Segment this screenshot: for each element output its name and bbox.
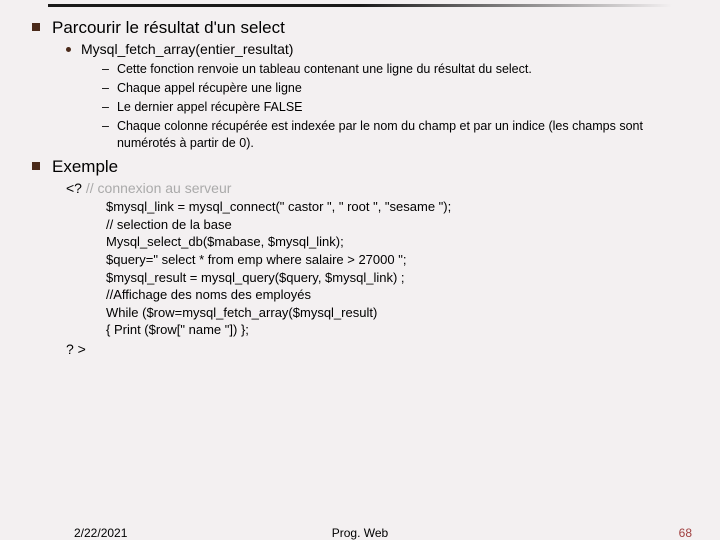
code-line: $query=" select * from emp where salaire… [106, 251, 700, 269]
dash-bullet-icon: – [102, 99, 109, 116]
slide-content: Parcourir le résultat d'un select Mysql_… [32, 18, 700, 357]
section-heading: Parcourir le résultat d'un select [52, 18, 285, 38]
list-item: Parcourir le résultat d'un select [32, 18, 700, 38]
description-line: Cette fonction renvoie un tableau conten… [117, 61, 532, 78]
list-item: – Cette fonction renvoie un tableau cont… [102, 61, 700, 78]
php-open-tag-line: <? // connexion au serveur [66, 180, 700, 196]
section-heading: Exemple [52, 157, 118, 177]
php-open-tag: <? [66, 180, 82, 196]
square-bullet-icon [32, 23, 40, 31]
list-item: – Chaque colonne récupérée est indexée p… [102, 118, 700, 152]
list-item: Exemple [32, 157, 700, 177]
code-line: { Print ($row[" name "]) }; [106, 321, 700, 339]
code-line: While ($row=mysql_fetch_array($mysql_res… [106, 304, 700, 322]
description-line: Chaque appel récupère une ligne [117, 80, 302, 97]
dot-bullet-icon [66, 47, 71, 52]
square-bullet-icon [32, 162, 40, 170]
code-line: Mysql_select_db($mabase, $mysql_link); [106, 233, 700, 251]
list-item: Mysql_fetch_array(entier_resultat) [66, 41, 700, 57]
code-line: // selection de la base [106, 216, 700, 234]
dash-bullet-icon: – [102, 118, 109, 135]
code-line: $mysql_result = mysql_query($query, $mys… [106, 269, 700, 287]
code-comment: // connexion au serveur [82, 180, 231, 196]
description-line: Le dernier appel récupère FALSE [117, 99, 303, 116]
footer-page-number: 68 [679, 526, 692, 540]
dash-bullet-icon: – [102, 80, 109, 97]
code-line: $mysql_link = mysql_connect(" castor ", … [106, 198, 700, 216]
list-item: – Chaque appel récupère une ligne [102, 80, 700, 97]
header-gradient-rule [48, 4, 672, 7]
code-block: $mysql_link = mysql_connect(" castor ", … [106, 198, 700, 338]
list-item: – Le dernier appel récupère FALSE [102, 99, 700, 116]
code-line: //Affichage des noms des employés [106, 286, 700, 304]
php-close-tag: ? > [66, 341, 700, 357]
footer-title: Prog. Web [0, 526, 720, 540]
dash-bullet-icon: – [102, 61, 109, 78]
description-line: Chaque colonne récupérée est indexée par… [117, 118, 700, 152]
function-signature: Mysql_fetch_array(entier_resultat) [81, 41, 293, 57]
